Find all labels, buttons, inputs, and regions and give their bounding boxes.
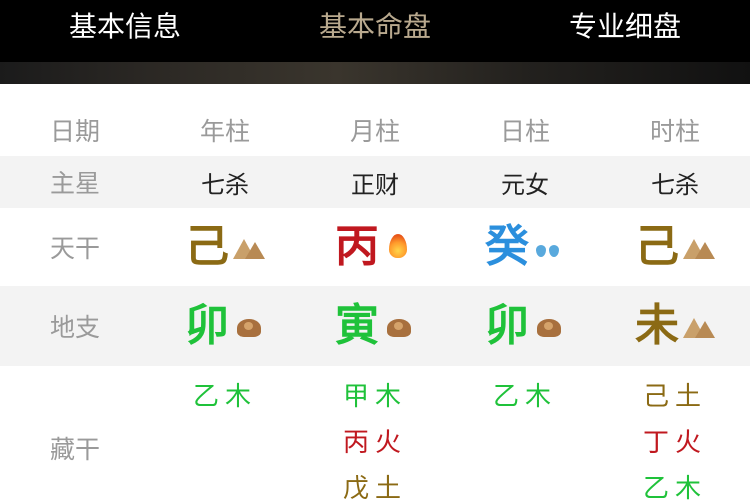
hidden-stem-month-2: 丙火 <box>342 428 407 458</box>
hidden-stem-hour-3: 乙木 <box>642 474 707 500</box>
table-header-row: 日期 年柱 月柱 日柱 时柱 <box>0 104 750 156</box>
heavenly-stem-day: 癸 <box>450 208 600 286</box>
heavenly-stem-hour: 己 <box>600 208 750 286</box>
branch-char: 未 <box>635 300 679 351</box>
tab-basic-info[interactable]: 基本信息 <box>0 0 250 50</box>
branch-char: 寅 <box>335 300 379 351</box>
stem-char: 己 <box>635 221 679 272</box>
hidden-stem-day-1: 乙木 <box>492 382 557 412</box>
hidden-stem-row: 藏干 乙木 甲木 丙火 戊土 乙木 己土 丁火 乙木 <box>0 366 750 500</box>
row-label-hidden-stem: 藏干 <box>49 435 100 464</box>
main-star-day: 元女 <box>501 170 549 199</box>
main-star-hour: 七杀 <box>651 170 699 199</box>
column-month-pillar: 月柱 <box>349 117 400 146</box>
bazi-table: 日期 年柱 月柱 日柱 时柱 主星 七杀 正财 元女 七杀 天干 己 丙 癸 己 <box>0 104 750 500</box>
main-star-row: 主星 七杀 正财 元女 七杀 <box>0 156 750 208</box>
stem-char: 丙 <box>335 221 379 272</box>
tab-basic-chart[interactable]: 基本命盘 <box>250 0 500 50</box>
tab-professional-chart[interactable]: 专业细盘 <box>500 0 750 50</box>
heavenly-stem-row: 天干 己 丙 癸 己 <box>0 208 750 286</box>
row-label-date: 日期 <box>49 117 100 146</box>
hidden-stem-hour-2: 丁火 <box>642 428 707 458</box>
earthly-branch-day: 卯 <box>450 286 600 366</box>
main-star-year: 七杀 <box>201 170 249 199</box>
stem-char: 癸 <box>485 221 529 272</box>
water-drops-icon <box>533 233 565 261</box>
dirt-pile-icon <box>533 312 565 340</box>
row-label-main-star: 主星 <box>49 169 100 198</box>
dirt-pile-icon <box>233 312 265 340</box>
heavenly-stem-year: 己 <box>150 208 300 286</box>
earthly-branch-month: 寅 <box>300 286 450 366</box>
column-hour-pillar: 时柱 <box>649 117 700 146</box>
stem-char: 己 <box>185 221 229 272</box>
main-star-month: 正财 <box>351 170 399 199</box>
hidden-stem-month-1: 甲木 <box>342 382 407 412</box>
row-label-heavenly-stem: 天干 <box>49 234 100 263</box>
earthly-branch-hour: 未 <box>600 286 750 366</box>
hidden-stem-month-3: 戊土 <box>342 474 407 500</box>
earthly-branch-row: 地支 卯 寅 卯 未 <box>0 286 750 366</box>
mountain-icon <box>683 233 715 261</box>
column-day-pillar: 日柱 <box>499 117 550 146</box>
mountain-icon <box>233 233 265 261</box>
hidden-stem-hour-1: 己土 <box>642 382 707 412</box>
branch-char: 卯 <box>185 300 229 351</box>
hidden-stem-year-1: 乙木 <box>192 382 257 412</box>
header-banner-image <box>0 62 750 84</box>
fire-icon <box>383 233 415 261</box>
dirt-pile-icon <box>383 312 415 340</box>
branch-char: 卯 <box>485 300 529 351</box>
heavenly-stem-month: 丙 <box>300 208 450 286</box>
row-label-earthly-branch: 地支 <box>49 313 100 342</box>
mountain-icon <box>683 312 715 340</box>
top-tab-bar: 基本信息 基本命盘 专业细盘 <box>0 0 750 62</box>
earthly-branch-year: 卯 <box>150 286 300 366</box>
column-year-pillar: 年柱 <box>199 117 250 146</box>
